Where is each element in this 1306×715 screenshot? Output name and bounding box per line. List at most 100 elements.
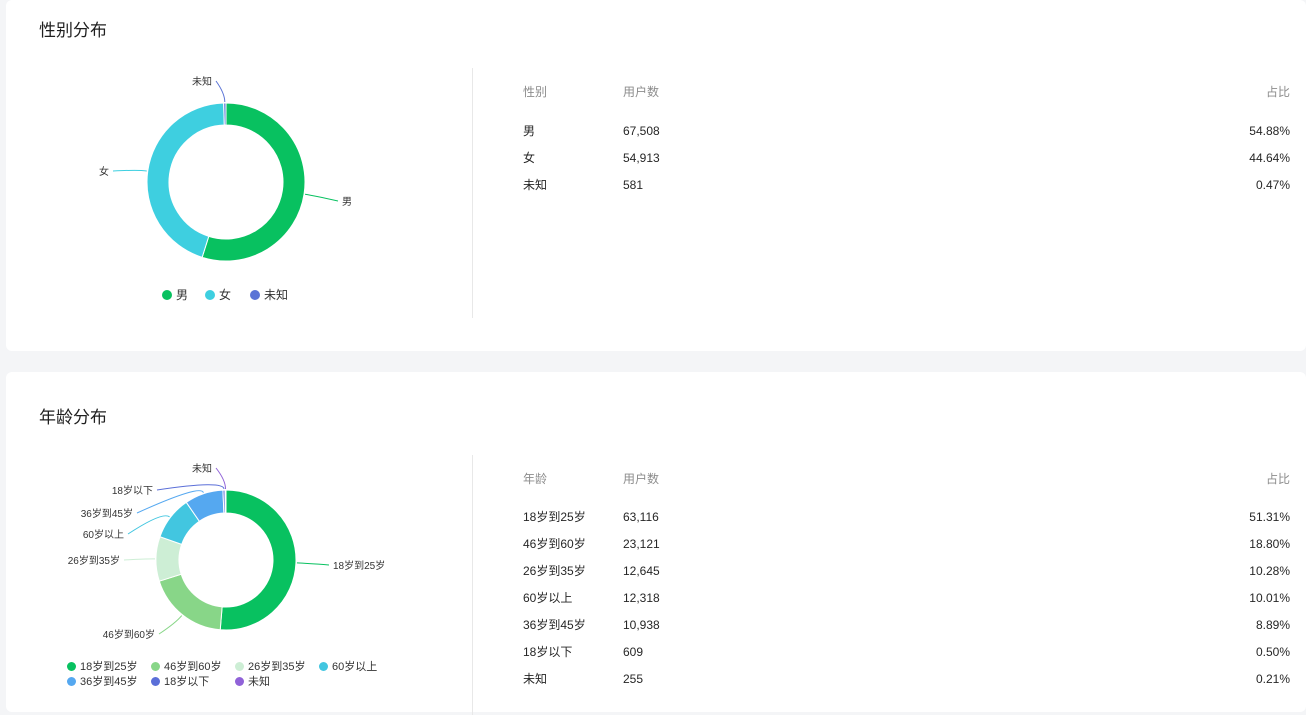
slice-0 bbox=[219, 489, 297, 631]
legend-swatch-male bbox=[162, 289, 172, 300]
row-count: 255 bbox=[623, 672, 644, 686]
gender-divider bbox=[472, 68, 473, 318]
row-count: 23,121 bbox=[623, 537, 660, 551]
legend-item-unknown[interactable]: 未知 bbox=[250, 286, 288, 303]
table-row: 26岁到35岁 12,645 10.28% bbox=[523, 561, 1290, 581]
row-count: 54,913 bbox=[623, 151, 660, 165]
legend-item-26-35[interactable]: 26岁到35岁 bbox=[235, 658, 305, 674]
legend-swatch bbox=[67, 676, 76, 686]
age-distribution-card: 年龄分布 18岁到25岁 46岁到60岁 26岁到35岁 60岁以上 36岁到45岁 18… bbox=[6, 372, 1306, 715]
slice-label-6: 未知 bbox=[192, 462, 212, 475]
legend-swatch-female bbox=[205, 289, 215, 300]
row-label: 26岁到35岁 bbox=[523, 564, 586, 578]
row-label: 女 bbox=[523, 151, 536, 165]
legend-label: 18岁以下 bbox=[164, 676, 210, 688]
header-gender: 性别 bbox=[523, 85, 548, 99]
table-row: 36岁到45岁 10,938 8.89% bbox=[523, 615, 1290, 635]
header-ratio: 占比 bbox=[1265, 85, 1290, 99]
row-label: 男 bbox=[523, 124, 536, 138]
legend-item-male[interactable]: 男 bbox=[162, 286, 188, 303]
table-row: 未知 581 0.47% bbox=[523, 175, 1290, 195]
slice-label-2: 26岁到35岁 bbox=[68, 554, 120, 567]
legend-item-46-60[interactable]: 46岁到60岁 bbox=[151, 658, 221, 674]
leader-line-1 bbox=[158, 615, 183, 635]
row-pct: 0.50% bbox=[1255, 645, 1290, 659]
slice-2 bbox=[223, 102, 227, 126]
row-label: 60岁以上 bbox=[523, 591, 573, 605]
row-pct: 0.21% bbox=[1255, 672, 1290, 686]
row-label: 未知 bbox=[523, 178, 548, 192]
legend-item-unknown[interactable]: 未知 bbox=[235, 673, 270, 689]
leader-line-2 bbox=[215, 80, 226, 103]
table-row: 46岁到60岁 23,121 18.80% bbox=[523, 534, 1290, 554]
table-header-row: 性别 用户数 占比 bbox=[523, 82, 1290, 102]
leader-line-0 bbox=[304, 193, 339, 202]
row-label: 18岁到25岁 bbox=[523, 510, 586, 524]
row-count: 609 bbox=[623, 645, 644, 659]
row-count: 581 bbox=[623, 178, 644, 192]
slice-label-1: 46岁到60岁 bbox=[103, 628, 155, 641]
leader-line-2 bbox=[123, 558, 156, 561]
row-label: 46岁到60岁 bbox=[523, 537, 586, 551]
header-age: 年龄 bbox=[523, 472, 548, 486]
leader-line-0 bbox=[296, 562, 330, 566]
table-row: 男 67,508 54.88% bbox=[523, 121, 1290, 141]
legend-item-36-45[interactable]: 36岁到45岁 bbox=[67, 673, 137, 689]
slice-label-1: 女 bbox=[99, 165, 109, 178]
row-count: 63,116 bbox=[623, 510, 659, 524]
row-pct: 10.28% bbox=[1249, 564, 1290, 578]
row-count: 12,645 bbox=[623, 564, 660, 578]
slice-label-3: 60岁以上 bbox=[83, 528, 124, 541]
leader-line-5 bbox=[156, 484, 225, 491]
slice-1 bbox=[158, 573, 223, 631]
gender-distribution-card: 性别分布 男女未知 男 女 未知 性别 用户数 占比 男 67,508 54.8… bbox=[6, 0, 1306, 351]
gender-donut-chart: 男 女 未知 bbox=[99, 75, 352, 262]
legend-label-unknown: 未知 bbox=[264, 288, 289, 302]
row-label: 18岁以下 bbox=[523, 645, 573, 659]
legend-item-under-18[interactable]: 18岁以下 bbox=[151, 673, 209, 689]
row-label: 未知 bbox=[523, 672, 548, 686]
table-row: 18岁以下 609 0.50% bbox=[523, 642, 1290, 662]
legend-item-female[interactable]: 女 bbox=[205, 286, 231, 303]
header-user-count: 用户数 bbox=[623, 85, 660, 99]
age-divider bbox=[472, 455, 473, 715]
table-row: 60岁以上 12,318 10.01% bbox=[523, 588, 1290, 608]
row-pct: 10.01% bbox=[1249, 591, 1290, 605]
leader-line-1 bbox=[112, 169, 147, 172]
table-row: 18岁到25岁 63,116 51.31% bbox=[523, 507, 1290, 527]
legend-item-60-plus[interactable]: 60岁以上 bbox=[319, 658, 377, 674]
table-row: 女 54,913 44.64% bbox=[523, 148, 1290, 168]
legend-item-18-25[interactable]: 18岁到25岁 bbox=[67, 658, 137, 674]
legend-swatch bbox=[67, 661, 76, 671]
legend-swatch bbox=[235, 676, 244, 686]
legend-swatch bbox=[151, 676, 160, 686]
row-pct: 0.47% bbox=[1255, 178, 1290, 192]
row-count: 10,938 bbox=[623, 618, 660, 632]
row-pct: 44.64% bbox=[1249, 151, 1290, 165]
header-user-count: 用户数 bbox=[623, 472, 660, 486]
row-pct: 54.88% bbox=[1249, 124, 1290, 138]
slice-label-0: 18岁到25岁 bbox=[333, 559, 385, 572]
legend-swatch bbox=[319, 661, 328, 671]
legend-swatch bbox=[151, 661, 160, 671]
row-pct: 8.89% bbox=[1255, 618, 1290, 632]
slice-6 bbox=[224, 489, 227, 514]
table-header-row: 年龄 用户数 占比 bbox=[523, 469, 1290, 489]
row-count: 67,508 bbox=[623, 124, 660, 138]
table-row: 未知 255 0.21% bbox=[523, 669, 1290, 689]
legend-label-female: 女 bbox=[219, 288, 232, 302]
gender-table: 性别 用户数 占比 男 67,508 54.88% 女 54,913 44.64… bbox=[523, 82, 1290, 202]
legend-label: 18岁到25岁 bbox=[80, 661, 138, 673]
legend-label: 46岁到60岁 bbox=[164, 661, 222, 673]
legend-label: 36岁到45岁 bbox=[80, 676, 138, 688]
slice-0 bbox=[201, 102, 306, 262]
legend-label: 26岁到35岁 bbox=[248, 661, 306, 673]
legend-label: 60岁以上 bbox=[332, 661, 378, 673]
legend-swatch-unknown bbox=[250, 289, 260, 300]
slice-label-4: 36岁到45岁 bbox=[81, 507, 133, 520]
header-ratio: 占比 bbox=[1265, 472, 1290, 486]
row-label: 36岁到45岁 bbox=[523, 618, 586, 632]
row-pct: 51.31% bbox=[1249, 510, 1290, 524]
legend-label-male: 男 bbox=[176, 288, 189, 302]
legend-label: 未知 bbox=[248, 676, 270, 688]
